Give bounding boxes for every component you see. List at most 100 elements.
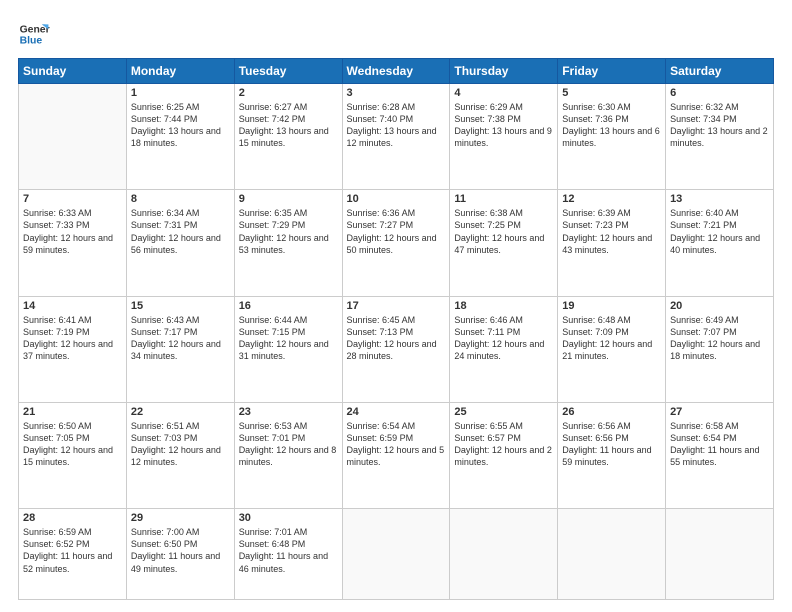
calendar-cell: 12Sunrise: 6:39 AMSunset: 7:23 PMDayligh…: [558, 190, 666, 296]
day-info: Sunrise: 6:35 AMSunset: 7:29 PMDaylight:…: [239, 207, 338, 256]
day-info: Sunrise: 6:33 AMSunset: 7:33 PMDaylight:…: [23, 207, 122, 256]
logo: General Blue: [18, 18, 50, 50]
day-info: Sunrise: 6:38 AMSunset: 7:25 PMDaylight:…: [454, 207, 553, 256]
day-info: Sunrise: 6:28 AMSunset: 7:40 PMDaylight:…: [347, 101, 446, 150]
day-info: Sunrise: 6:40 AMSunset: 7:21 PMDaylight:…: [670, 207, 769, 256]
calendar-cell: 19 Sunrise: 6:48 AMSunset: 7:09 PMDayligh…: [558, 296, 666, 402]
calendar-cell: 17 Sunrise: 6:45 AMSunset: 7:13 PMDayligh…: [342, 296, 450, 402]
weekday-header-wednesday: Wednesday: [342, 59, 450, 84]
calendar-cell: 27 Sunrise: 6:58 AMSunset: 6:54 PMDayligh…: [666, 402, 774, 508]
calendar-cell: 4 Sunrise: 6:29 AMSunset: 7:38 PMDaylight…: [450, 84, 558, 190]
calendar-cell: 20 Sunrise: 6:49 AMSunset: 7:07 PMDayligh…: [666, 296, 774, 402]
calendar-cell: 10 Sunrise: 6:36 AMSunset: 7:27 PMDayligh…: [342, 190, 450, 296]
weekday-header-monday: Monday: [126, 59, 234, 84]
day-number: 14: [23, 300, 122, 312]
calendar-week-4: 21 Sunrise: 6:50 AMSunset: 7:05 PMDayligh…: [19, 402, 774, 508]
day-info: Sunrise: 6:27 AMSunset: 7:42 PMDaylight:…: [239, 101, 338, 150]
day-number: 2: [239, 87, 338, 99]
calendar-cell: 22 Sunrise: 6:51 AMSunset: 7:03 PMDayligh…: [126, 402, 234, 508]
day-number: 29: [131, 512, 230, 524]
day-number: 6: [670, 87, 769, 99]
day-info: Sunrise: 6:30 AMSunset: 7:36 PMDaylight:…: [562, 101, 661, 150]
calendar-cell: 28Sunrise: 6:59 AMSunset: 6:52 PMDayligh…: [19, 509, 127, 600]
day-number: 9: [239, 193, 338, 205]
weekday-header-friday: Friday: [558, 59, 666, 84]
day-number: 13: [670, 193, 769, 205]
page: General Blue SundayMondayTuesdayWednesda…: [0, 0, 792, 612]
day-number: 25: [454, 406, 553, 418]
calendar-week-5: 28Sunrise: 6:59 AMSunset: 6:52 PMDayligh…: [19, 509, 774, 600]
calendar-cell: 1Sunrise: 6:25 AMSunset: 7:44 PMDaylight…: [126, 84, 234, 190]
calendar-cell: 23 Sunrise: 6:53 AMSunset: 7:01 PMDayligh…: [234, 402, 342, 508]
day-number: 8: [131, 193, 230, 205]
day-number: 28: [23, 512, 122, 524]
day-info: Sunrise: 6:58 AMSunset: 6:54 PMDaylight:…: [670, 420, 769, 469]
calendar-cell: 21 Sunrise: 6:50 AMSunset: 7:05 PMDayligh…: [19, 402, 127, 508]
day-info: Sunrise: 6:51 AMSunset: 7:03 PMDaylight:…: [131, 420, 230, 469]
calendar-cell: [558, 509, 666, 600]
calendar-week-1: 1Sunrise: 6:25 AMSunset: 7:44 PMDaylight…: [19, 84, 774, 190]
calendar-cell: 18 Sunrise: 6:46 AMSunset: 7:11 PMDayligh…: [450, 296, 558, 402]
day-info: Sunrise: 6:56 AMSunset: 6:56 PMDaylight:…: [562, 420, 661, 469]
day-info: Sunrise: 6:39 AMSunset: 7:23 PMDaylight:…: [562, 207, 661, 256]
calendar-cell: 30 Sunrise: 7:01 AMSunset: 6:48 PMDayligh…: [234, 509, 342, 600]
calendar-cell: 24Sunrise: 6:54 AMSunset: 6:59 PMDayligh…: [342, 402, 450, 508]
day-number: 11: [454, 193, 553, 205]
day-info: Sunrise: 6:29 AMSunset: 7:38 PMDaylight:…: [454, 101, 553, 150]
day-info: Sunrise: 6:34 AMSunset: 7:31 PMDaylight:…: [131, 207, 230, 256]
day-number: 18: [454, 300, 553, 312]
day-info: Sunrise: 6:32 AMSunset: 7:34 PMDaylight:…: [670, 101, 769, 150]
calendar-cell: [19, 84, 127, 190]
day-info: Sunrise: 6:49 AMSunset: 7:07 PMDaylight:…: [670, 314, 769, 363]
day-number: 21: [23, 406, 122, 418]
calendar-cell: 2 Sunrise: 6:27 AMSunset: 7:42 PMDaylight…: [234, 84, 342, 190]
calendar-cell: 5Sunrise: 6:30 AMSunset: 7:36 PMDaylight…: [558, 84, 666, 190]
day-number: 4: [454, 87, 553, 99]
calendar-cell: [342, 509, 450, 600]
day-info: Sunrise: 6:50 AMSunset: 7:05 PMDaylight:…: [23, 420, 122, 469]
day-number: 22: [131, 406, 230, 418]
day-number: 7: [23, 193, 122, 205]
calendar-cell: 13 Sunrise: 6:40 AMSunset: 7:21 PMDayligh…: [666, 190, 774, 296]
calendar-cell: 25Sunrise: 6:55 AMSunset: 6:57 PMDayligh…: [450, 402, 558, 508]
day-info: Sunrise: 6:41 AMSunset: 7:19 PMDaylight:…: [23, 314, 122, 363]
calendar-cell: 8 Sunrise: 6:34 AMSunset: 7:31 PMDaylight…: [126, 190, 234, 296]
calendar-cell: 3 Sunrise: 6:28 AMSunset: 7:40 PMDaylight…: [342, 84, 450, 190]
calendar-cell: [666, 509, 774, 600]
day-number: 3: [347, 87, 446, 99]
day-number: 19: [562, 300, 661, 312]
weekday-header-thursday: Thursday: [450, 59, 558, 84]
day-info: Sunrise: 6:53 AMSunset: 7:01 PMDaylight:…: [239, 420, 338, 469]
day-info: Sunrise: 6:43 AMSunset: 7:17 PMDaylight:…: [131, 314, 230, 363]
day-info: Sunrise: 7:01 AMSunset: 6:48 PMDaylight:…: [239, 526, 338, 575]
header: General Blue: [18, 18, 774, 50]
svg-text:Blue: Blue: [20, 36, 43, 47]
weekday-header-saturday: Saturday: [666, 59, 774, 84]
calendar-cell: 15 Sunrise: 6:43 AMSunset: 7:17 PMDayligh…: [126, 296, 234, 402]
calendar-cell: [450, 509, 558, 600]
calendar-cell: 9 Sunrise: 6:35 AMSunset: 7:29 PMDaylight…: [234, 190, 342, 296]
calendar-cell: 26 Sunrise: 6:56 AMSunset: 6:56 PMDayligh…: [558, 402, 666, 508]
calendar-cell: 16Sunrise: 6:44 AMSunset: 7:15 PMDayligh…: [234, 296, 342, 402]
day-info: Sunrise: 6:45 AMSunset: 7:13 PMDaylight:…: [347, 314, 446, 363]
calendar-table: SundayMondayTuesdayWednesdayThursdayFrid…: [18, 58, 774, 600]
day-info: Sunrise: 6:54 AMSunset: 6:59 PMDaylight:…: [347, 420, 446, 469]
day-number: 30: [239, 512, 338, 524]
weekday-header-tuesday: Tuesday: [234, 59, 342, 84]
day-number: 26: [562, 406, 661, 418]
day-info: Sunrise: 6:46 AMSunset: 7:11 PMDaylight:…: [454, 314, 553, 363]
weekday-header-row: SundayMondayTuesdayWednesdayThursdayFrid…: [19, 59, 774, 84]
calendar-cell: 7 Sunrise: 6:33 AMSunset: 7:33 PMDaylight…: [19, 190, 127, 296]
calendar-cell: 14 Sunrise: 6:41 AMSunset: 7:19 PMDayligh…: [19, 296, 127, 402]
day-number: 17: [347, 300, 446, 312]
day-info: Sunrise: 6:48 AMSunset: 7:09 PMDaylight:…: [562, 314, 661, 363]
calendar-cell: 6 Sunrise: 6:32 AMSunset: 7:34 PMDaylight…: [666, 84, 774, 190]
day-info: Sunrise: 6:25 AMSunset: 7:44 PMDaylight:…: [131, 101, 230, 150]
calendar-week-2: 7 Sunrise: 6:33 AMSunset: 7:33 PMDaylight…: [19, 190, 774, 296]
day-number: 27: [670, 406, 769, 418]
day-number: 20: [670, 300, 769, 312]
day-number: 23: [239, 406, 338, 418]
day-info: Sunrise: 6:36 AMSunset: 7:27 PMDaylight:…: [347, 207, 446, 256]
day-number: 15: [131, 300, 230, 312]
day-number: 10: [347, 193, 446, 205]
